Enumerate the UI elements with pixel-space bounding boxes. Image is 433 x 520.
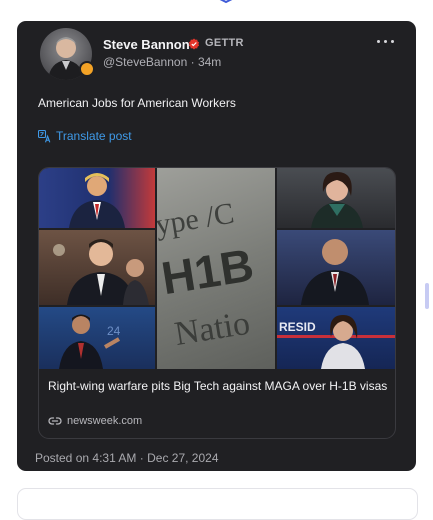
link-domain-row[interactable]: newsweek.com [48,415,142,427]
link-domain: newsweek.com [67,415,143,427]
link-icon [48,417,62,425]
more-options-icon[interactable] [375,35,397,49]
photo-tile-left-3: 24 [39,307,155,369]
translate-post-button[interactable]: Translate post [38,129,132,143]
posted-separator: · [139,451,144,465]
photo-tile-left-1 [39,168,155,228]
visa-text-middle: H1B [158,239,257,305]
translate-icon [38,129,51,142]
next-post-card[interactable] [17,488,418,520]
scroll-handle[interactable] [425,283,429,309]
platform-label: GETTR [205,37,244,49]
photo-tile-right-3: RESID [277,307,395,369]
visa-banner-text: RESID [279,320,316,334]
photo-tile-center-visa: ype /C H1B Natio [157,168,275,369]
photo-tile-right-2 [277,230,395,305]
author-handle[interactable]: @SteveBannon [103,55,187,69]
posted-timestamp: Posted on 4:31 AM · Dec 27, 2024 [35,451,219,465]
posted-time: 4:31 AM [92,451,137,465]
visa-text-top: ype /C [157,197,236,242]
link-headline[interactable]: Right-wing warfare pits Big Tech against… [48,378,388,394]
account-badge-icon [79,61,95,77]
verified-badge-icon [188,38,200,50]
author-name[interactable]: Steve Bannon [103,37,190,52]
posted-prefix: Posted on [35,451,90,465]
separator-dot: · [190,55,195,69]
posted-date: Dec 27, 2024 [147,451,219,465]
time-ago: 34m [197,55,222,69]
post-card: Steve Bannon GETTR @SteveBannon · 34m Am… [17,21,416,471]
top-link-fragment [206,0,246,6]
photo-tile-right-1 [277,168,395,228]
preview-image[interactable]: 24 ype /C H1B Natio RESID [39,168,395,369]
visa-text-bottom: Natio [172,305,252,353]
link-preview-card[interactable]: 24 ype /C H1B Natio RESID Right-wing war… [38,167,396,439]
handle-line: @SteveBannon · 34m [103,55,221,69]
post-text: American Jobs for American Workers [38,96,236,110]
translate-post-label: Translate post [56,129,132,143]
photo-tile-left-2 [39,230,155,305]
svg-text:24: 24 [107,324,121,338]
